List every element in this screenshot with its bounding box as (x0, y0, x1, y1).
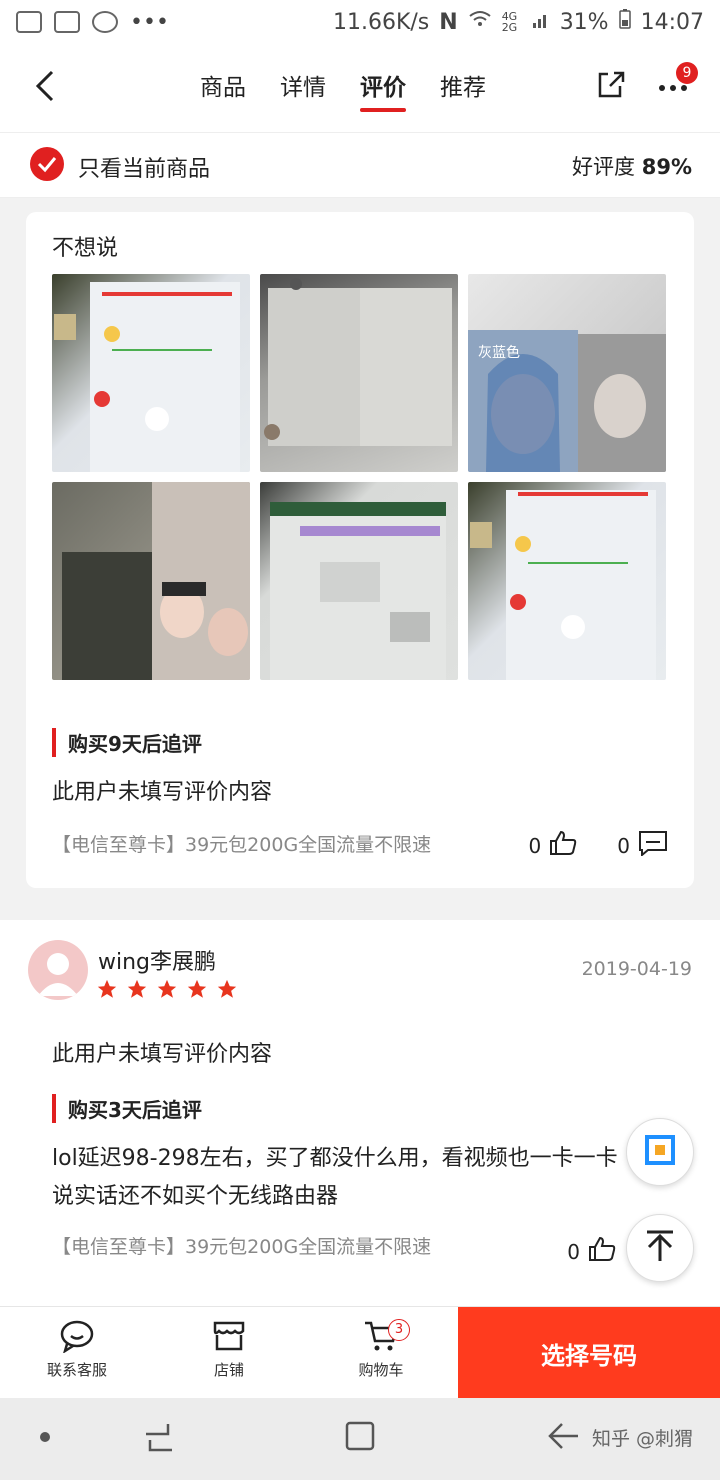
battery-percent: 31% (559, 9, 609, 35)
review-photo[interactable] (468, 482, 666, 680)
signal-icon (532, 10, 550, 35)
chat-icon (60, 1320, 94, 1353)
followup-label: 购买3天后追评 (52, 1094, 202, 1123)
more-dots-icon: ••• (130, 9, 169, 35)
rating-label: 好评度 (572, 155, 636, 179)
review-photo[interactable] (52, 274, 250, 472)
status-bar: ••• 11.66K/s N 4G 2G 31% 14:07 (0, 0, 720, 44)
product-name: 【电信至尊卡】39元包200G全国流量不限速 (52, 834, 432, 856)
review-actions: 0 0 (529, 830, 668, 861)
review-photo[interactable] (52, 482, 250, 680)
back-arrow-icon[interactable] (28, 66, 68, 106)
followup-text-2: 说实话还不如买个无线路由器 (52, 1184, 339, 1209)
back-to-top-button[interactable] (626, 1214, 694, 1282)
checkmark-icon[interactable] (30, 147, 64, 181)
review-card: 不想说 灰蓝色 购买9天后追评 此用户未填写评价内容 【电信至尊卡】39元包20… (26, 212, 694, 888)
watermark: 知乎 @刺猬 (592, 1428, 694, 1450)
review-date: 2019-04-19 (581, 958, 692, 980)
review-item: wing李展鹏 2019-04-19 此用户未填写评价内容 购买3天后追评 lo… (0, 920, 720, 1320)
review-actions: 0 (567, 1236, 616, 1267)
cart-badge: 3 (388, 1319, 410, 1341)
tab-reviews[interactable]: 评价 (360, 68, 406, 112)
star-icon (217, 979, 237, 998)
tab-details[interactable]: 详情 (280, 68, 326, 112)
star-icon (157, 979, 177, 998)
home-icon[interactable] (344, 1420, 376, 1456)
tab-product[interactable]: 商品 (200, 68, 246, 112)
image-icon (16, 11, 42, 33)
star-icon (97, 979, 117, 998)
shop-icon (213, 1321, 245, 1351)
back-nav-icon[interactable] (546, 1420, 580, 1456)
battery-icon (618, 9, 631, 35)
network-type: 4G 2G (501, 10, 518, 34)
star-icon (187, 979, 207, 998)
nfc-icon: N (439, 9, 458, 35)
photo-caption: 灰蓝色 (478, 345, 520, 361)
question-icon (643, 1133, 677, 1171)
customer-service-button[interactable]: 联系客服 (22, 1319, 132, 1380)
shop-button[interactable]: 店铺 (174, 1319, 284, 1380)
positive-rating: 好评度 89% (572, 151, 692, 181)
review-text: 此用户未填写评价内容 (52, 1042, 273, 1067)
review-text: 不想说 (52, 236, 119, 261)
tab-bar: 商品 详情 评价 推荐 (200, 68, 486, 112)
status-left-icons: ••• (16, 10, 169, 35)
rating-value: 89% (641, 155, 692, 179)
more-badge: 9 (676, 62, 698, 84)
cart-button[interactable]: 购物车 (326, 1319, 436, 1380)
wifi-icon (468, 9, 492, 35)
comment-icon[interactable] (638, 830, 668, 861)
ask-button[interactable] (626, 1118, 694, 1186)
shop-label: 店铺 (213, 1361, 244, 1379)
product-name: 【电信至尊卡】39元包200G全国流量不限速 (52, 1236, 432, 1258)
avatar[interactable] (28, 940, 88, 1000)
current-product-filter[interactable]: 只看当前商品 (78, 151, 210, 183)
top-nav: 商品 详情 评价 推荐 9 (0, 44, 720, 132)
paw-icon (54, 11, 80, 33)
arrow-up-icon (643, 1229, 677, 1267)
share-icon[interactable] (594, 68, 626, 100)
review-photo[interactable] (260, 482, 458, 680)
followup-label: 购买9天后追评 (52, 728, 202, 757)
thumbs-up-icon[interactable] (549, 830, 577, 861)
cart-label: 购物车 (358, 1361, 404, 1379)
network-speed: 11.66K/s (332, 9, 430, 35)
filter-bar: 只看当前商品 好评度 89% (0, 132, 720, 198)
followup-text: 此用户未填写评价内容 (52, 780, 273, 805)
review-photo[interactable]: 灰蓝色 (468, 274, 666, 472)
clock: 14:07 (640, 9, 704, 35)
dot-icon[interactable] (40, 1432, 50, 1442)
recent-apps-icon[interactable] (142, 1420, 176, 1458)
star-rating (96, 978, 238, 1000)
thumbs-up-icon[interactable] (588, 1236, 616, 1267)
followup-text: lol延迟98-298左右，买了都没什么用，看视频也一卡一卡 (52, 1146, 618, 1171)
bottom-action-bar: 联系客服 店铺 购物车 3 选择号码 (0, 1306, 720, 1399)
comment-count: 0 (617, 833, 630, 858)
customer-service-label: 联系客服 (46, 1361, 107, 1379)
review-photo[interactable] (260, 274, 458, 472)
star-icon (127, 979, 147, 998)
like-count: 0 (528, 833, 542, 858)
select-number-button[interactable]: 选择号码 (458, 1307, 720, 1399)
username[interactable]: wing李展鹏 (98, 944, 216, 976)
status-right: 11.66K/s N 4G 2G 31% 14:07 (333, 9, 704, 35)
user-circle-icon (92, 11, 118, 33)
tab-recommend[interactable]: 推荐 (440, 68, 486, 112)
like-count: 0 (567, 1239, 580, 1264)
